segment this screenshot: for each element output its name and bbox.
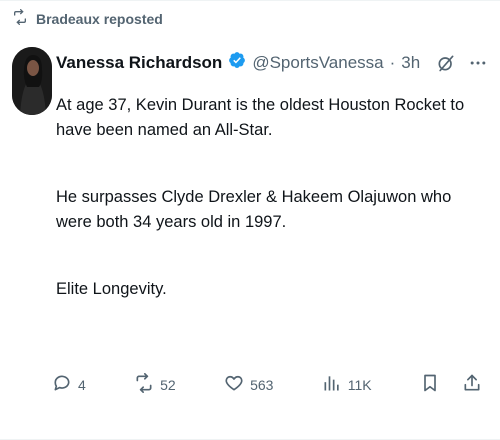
like-count: 563 <box>250 376 274 393</box>
avatar[interactable] <box>12 47 52 115</box>
like-button[interactable]: 563 <box>224 373 273 396</box>
reply-icon <box>52 373 72 396</box>
post-header: Vanessa Richardson @SportsVanessa · 3h <box>56 51 488 74</box>
post-time[interactable]: 3h <box>401 53 420 73</box>
reply-button[interactable]: 4 <box>52 373 86 396</box>
post-paragraph: He surpasses Clyde Drexler & Hakeem Olaj… <box>56 188 452 231</box>
grok-icon[interactable] <box>436 53 456 73</box>
action-bar: 4 52 563 11K <box>52 373 482 396</box>
heart-icon <box>224 373 244 396</box>
author-name[interactable]: Vanessa Richardson <box>56 53 222 73</box>
author-handle[interactable]: @SportsVanessa <box>252 53 383 73</box>
post-paragraph: Elite Longevity. <box>56 280 167 298</box>
analytics-icon <box>322 373 342 396</box>
repost-icon <box>12 9 28 28</box>
bookmark-button[interactable] <box>420 373 440 396</box>
share-button[interactable] <box>462 373 482 396</box>
share-icon <box>462 373 482 396</box>
separator-dot: · <box>389 52 396 72</box>
bookmark-icon <box>420 373 440 396</box>
views-count: 11K <box>347 376 372 393</box>
repost-count: 52 <box>160 376 176 393</box>
post-paragraph: At age 37, Kevin Durant is the oldest Ho… <box>56 96 465 139</box>
verified-badge-icon <box>228 51 246 74</box>
repost-button[interactable]: 52 <box>134 373 176 396</box>
post-card[interactable]: Bradeaux reposted Vanessa Richardson @Sp… <box>0 0 500 440</box>
reply-count: 4 <box>78 376 86 393</box>
repost-context[interactable]: Bradeaux reposted <box>12 9 163 28</box>
views-button[interactable]: 11K <box>322 373 372 396</box>
repost-label: Bradeaux reposted <box>36 10 163 27</box>
post-text: At age 37, Kevin Durant is the oldest Ho… <box>56 93 480 344</box>
more-options-icon[interactable] <box>468 53 488 73</box>
repost-icon <box>134 373 154 396</box>
